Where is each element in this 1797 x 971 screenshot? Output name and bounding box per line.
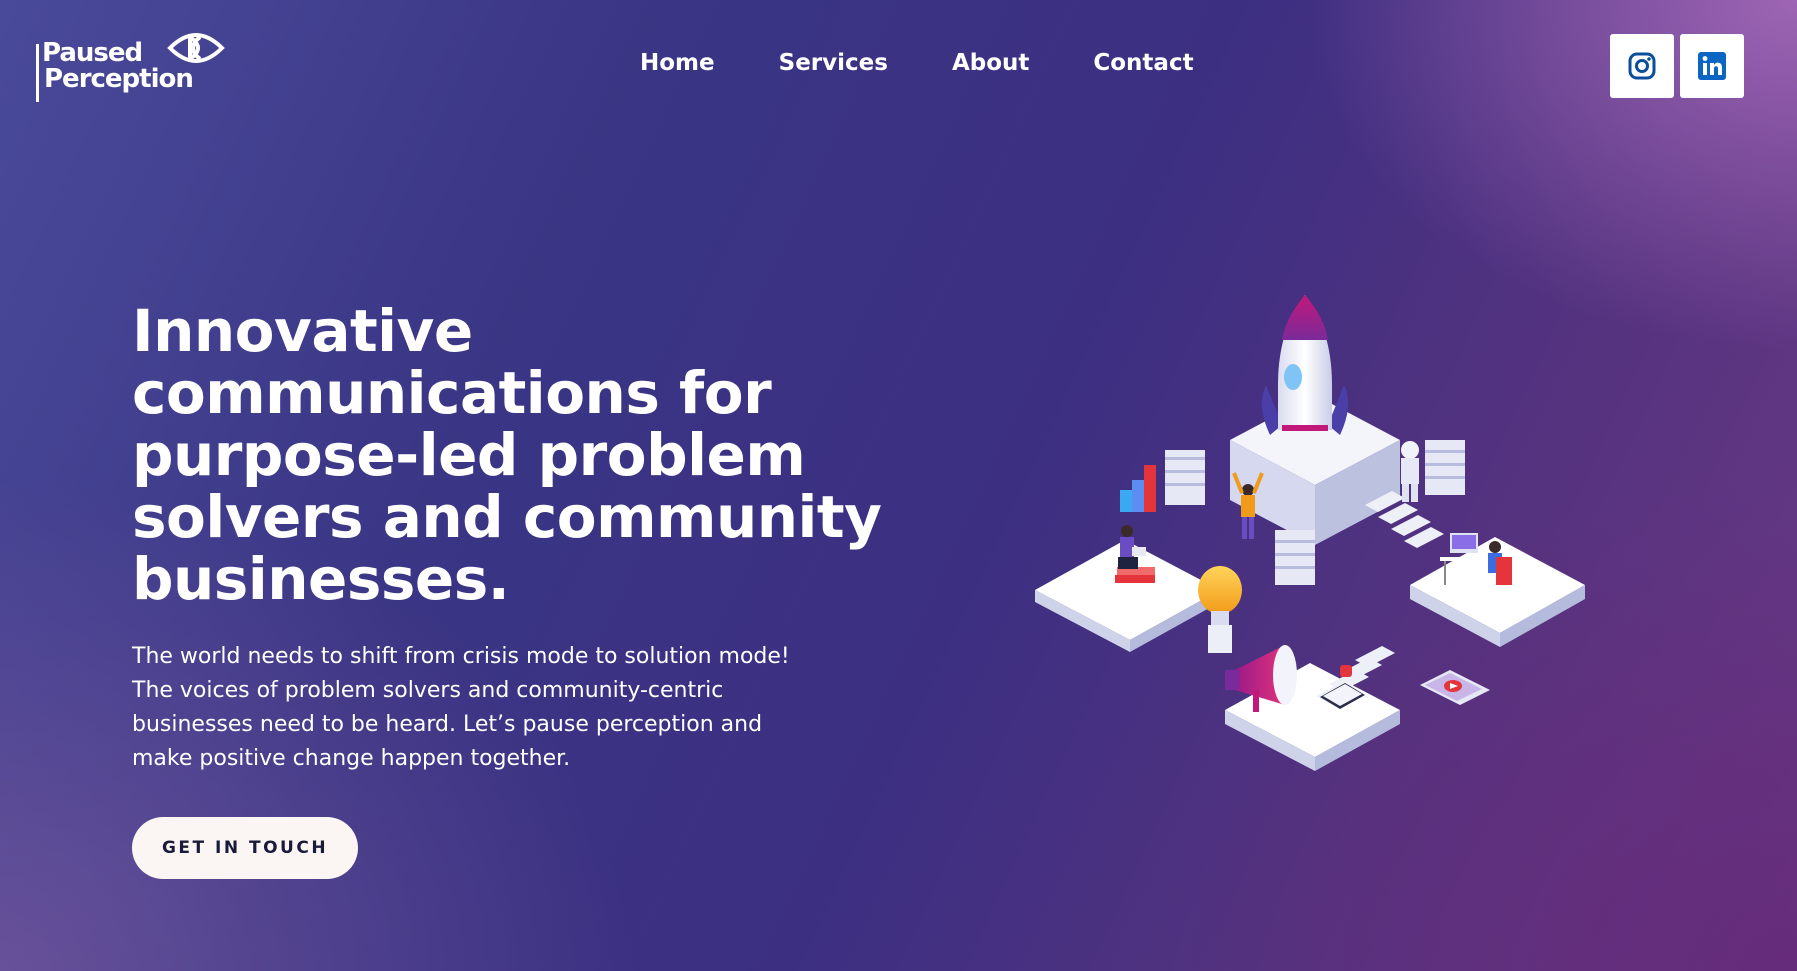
linkedin-icon bbox=[1698, 52, 1726, 80]
linkedin-button[interactable] bbox=[1680, 34, 1744, 98]
nav-about[interactable]: About bbox=[952, 50, 1029, 76]
video-card-graphic bbox=[1420, 670, 1490, 705]
astronaut bbox=[1401, 441, 1419, 502]
hero-illustration bbox=[1035, 295, 1585, 771]
get-in-touch-button[interactable]: GET IN TOUCH bbox=[132, 817, 358, 879]
bar-chart-graphic bbox=[1120, 465, 1156, 512]
hero-description-line: The world needs to shift from crisis mod… bbox=[132, 644, 790, 669]
instagram-icon bbox=[1628, 52, 1656, 80]
hero-description: The world needs to shift from crisis mod… bbox=[132, 640, 832, 776]
eye-icon bbox=[167, 33, 225, 63]
nav-services[interactable]: Services bbox=[779, 50, 888, 76]
brand-logo[interactable]: Paused Perception bbox=[36, 26, 226, 106]
hero-description-line: make positive change happen together. bbox=[132, 746, 571, 771]
social-links bbox=[1610, 34, 1744, 98]
main-nav: Home Services About Contact bbox=[640, 50, 1194, 76]
instagram-button[interactable] bbox=[1610, 34, 1674, 98]
hero-description-line: businesses need to be heard. Let’s pause… bbox=[132, 712, 763, 737]
hero-description-line: The voices of problem solvers and commun… bbox=[132, 678, 724, 703]
nav-home[interactable]: Home bbox=[640, 50, 715, 76]
logo-line-2: Perception bbox=[44, 64, 194, 94]
rocket bbox=[1261, 295, 1349, 435]
hero-heading: Innovative communications for purpose-le… bbox=[132, 297, 882, 613]
nav-contact[interactable]: Contact bbox=[1093, 50, 1193, 76]
